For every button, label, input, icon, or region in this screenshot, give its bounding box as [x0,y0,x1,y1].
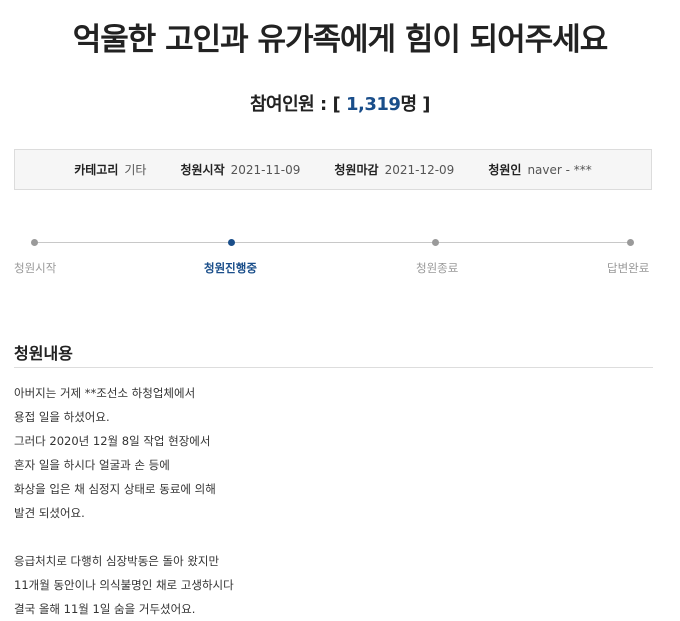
content-line: 그러다 2020년 12월 8일 작업 현장에서 [14,434,211,448]
end-date-value: 2021-12-09 [384,163,455,177]
content-line: 혼자 일을 하시다 얼굴과 손 등에 [14,458,170,472]
progress-dot-closed [432,239,439,246]
petition-title: 억울한 고인과 유가족에게 힘이 되어주세요 [72,22,609,58]
progress-step-ongoing: 청원진행중 [204,261,257,275]
end-date-label: 청원마감 [334,163,379,177]
participants-close-bracket: ] [422,94,431,115]
section-divider [14,367,653,368]
author-value: naver - *** [527,163,592,177]
progress-dot-ongoing [228,239,235,246]
info-author: 청원인 naver - *** [488,161,591,178]
participants-colon: : [320,94,327,115]
progress-track [34,242,631,243]
start-date-value: 2021-11-09 [230,163,301,177]
content-line: 결국 올해 11월 1일 숨을 거두셨어요. [14,602,196,616]
participant-count: 참여인원 : [ 1,319명 ] [0,90,680,116]
author-label: 청원인 [488,163,522,177]
info-end-date: 청원마감 2021-12-09 [334,161,454,178]
participants-number: 1,319 [346,94,401,115]
content-line: 발견 되셨어요. [14,506,85,520]
content-section-title: 청원내용 [14,344,73,363]
content-line: 용접 일을 하셨어요. [14,410,110,424]
progress-step-answered: 답변완료 [607,261,650,275]
progress-dot-answered [627,239,634,246]
info-category: 카테고리 기타 [74,161,146,178]
participants-open-bracket: [ [332,94,341,115]
category-label: 카테고리 [74,163,119,177]
progress-step-closed: 청원종료 [416,261,459,275]
info-start-date: 청원시작 2021-11-09 [180,161,300,178]
content-line: 11개월 동안이나 의식불명인 채로 고생하시다 [14,578,234,592]
progress-step-start: 청원시작 [14,261,57,275]
participants-label: 참여인원 [249,94,315,115]
content-line: 응급처치로 다행히 심장박동은 돌아 왔지만 [14,554,220,568]
content-line: 화상을 입은 채 심정지 상태로 동료에 의해 [14,482,216,496]
category-value: 기타 [124,163,147,177]
participants-unit: 명 [400,94,417,115]
start-date-label: 청원시작 [180,163,225,177]
content-line: 아버지는 거제 **조선소 하청업체에서 [14,386,196,400]
progress-dot-start [31,239,38,246]
petition-content: 아버지는 거제 **조선소 하청업체에서 용접 일을 하셨어요. 그러다 202… [14,381,654,621]
petition-info-box: 카테고리 기타 청원시작 2021-11-09 청원마감 2021-12-09 청원인… [14,149,652,190]
